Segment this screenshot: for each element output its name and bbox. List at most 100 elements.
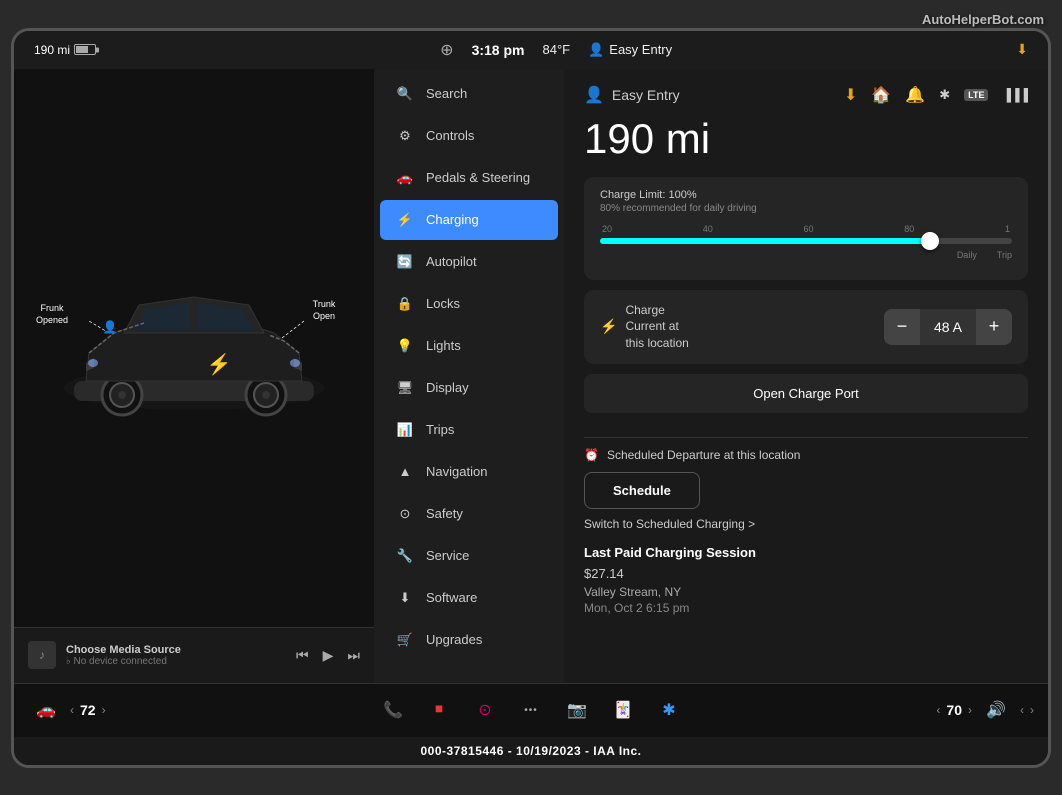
circle-icon-taskbar[interactable]: ⊙ [467,692,503,728]
decrease-amp-button[interactable]: − [884,309,920,345]
left-panel: ⚡ Frunk Opened 👤 Trunk Open ♪ [14,69,374,683]
right-temp-decrease[interactable]: ‹ [936,703,940,717]
media-controls[interactable]: ⏮ ▶ ⏭ [296,647,360,664]
increase-amp-button[interactable]: + [976,309,1012,345]
bluetooth-icon: ✱ [939,87,950,103]
next-button[interactable]: ⏭ [347,647,360,664]
car-icon-taskbar[interactable]: 🚗 [28,692,64,728]
home-icon: 🏠 [871,85,891,105]
header-icons: ⬇ 🏠 🔔 ✱ LTE ▐▐▐ [844,85,1028,105]
nav-item-search[interactable]: 🔍 Search [380,74,558,114]
right-temp-value: 70 [946,702,962,718]
autopilot-icon: 🔄 [396,253,414,271]
nav-label-service: Service [426,548,469,563]
status-bar-right: ⬇ [1016,41,1028,58]
display-icon: 🖥 [396,379,414,397]
open-charge-port-button[interactable]: Open Charge Port [584,374,1028,413]
main-content: ⚡ Frunk Opened 👤 Trunk Open ♪ [14,69,1048,683]
charging-icon: ⚡ [600,317,617,337]
slider-fill [600,238,930,244]
nav-item-navigation[interactable]: ▲Navigation [380,452,558,492]
nav-label-locks: Locks [426,296,460,311]
download-icon-header: ⬇ [844,85,857,105]
safety-icon: ⊙ [396,505,414,523]
nav-item-upgrades[interactable]: 🛒Upgrades [380,620,558,660]
battery-fill [76,46,88,53]
watermark: AutoHelperBot.com [922,12,1044,27]
vol-increase[interactable]: › [1030,703,1034,717]
car-illustration: ⚡ Frunk Opened 👤 Trunk Open [34,233,354,463]
svg-text:Opened: Opened [36,315,68,325]
schedule-button[interactable]: Schedule [584,472,700,509]
svg-text:Trunk: Trunk [313,299,336,309]
slider-label-100: 1 [1005,224,1010,234]
slider-label-20: 20 [602,224,612,234]
taskbar-center: 📞 ⏹ ⊙ ••• 📷 🃏 ✱ [363,692,698,728]
media-sub-label: ♭ No device connected [66,656,286,667]
main-screen: 190 mi ⊕ 3:18 pm 84°F 👤 Easy Entry ⬇ [11,28,1051,768]
trip-label: Trip [997,250,1012,260]
nav-label-safety: Safety [426,506,463,521]
card-icon-taskbar[interactable]: 🃏 [605,692,641,728]
locks-icon: 🔒 [396,295,414,313]
nav-item-locks[interactable]: 🔒 Locks [380,284,558,324]
nav-label-search: Search [426,86,467,101]
tesla-icon: ⊕ [440,40,453,60]
right-temp-increase[interactable]: › [968,703,972,717]
battery-icon [74,44,96,55]
left-temp-decrease[interactable]: ‹ [70,703,74,717]
nav-item-controls[interactable]: ⚙Controls [380,116,558,156]
left-temp-increase[interactable]: › [102,703,106,717]
vol-icon-taskbar[interactable]: 🔊 [978,692,1014,728]
nav-item-lights[interactable]: 💡Lights [380,326,558,366]
slider-thumb[interactable] [921,232,939,250]
camera-icon-taskbar[interactable]: 📷 [559,692,595,728]
prev-button[interactable]: ⏮ [296,647,309,664]
lte-badge: LTE [964,89,988,101]
dots-icon-taskbar[interactable]: ••• [513,692,549,728]
person-icon: 👤 [588,42,604,58]
nav-item-charging[interactable]: ⚡Charging [380,200,558,240]
nav-label-display: Display [426,380,469,395]
upgrades-icon: 🛒 [396,631,414,649]
play-button[interactable]: ▶ [323,647,334,664]
nav-item-trips[interactable]: 📊Trips [380,410,558,450]
nav-label-pedals: Pedals & Steering [426,170,530,185]
stop-icon-taskbar[interactable]: ⏹ [421,692,457,728]
left-temp-value: 72 [80,702,96,718]
nav-item-service[interactable]: 🔧Service [380,536,558,576]
pedals-icon: 🚗 [396,169,414,187]
session-date: Mon, Oct 2 6:15 pm [584,601,1028,615]
search-icon: 🔍 [396,85,414,103]
charge-slider-container: 20 40 60 80 1 Daily Trip [600,224,1012,260]
ampere-control: − 48 A + [884,309,1012,345]
nav-item-autopilot[interactable]: 🔄Autopilot [380,242,558,282]
car-view: ⚡ Frunk Opened 👤 Trunk Open [14,69,374,627]
svg-text:⚡: ⚡ [207,352,232,376]
software-icon: ⬇ [396,589,414,607]
bell-icon: 🔔 [905,85,925,105]
scheduled-title-text: Scheduled Departure at this location [607,448,800,462]
vol-decrease[interactable]: ‹ [1020,703,1024,717]
media-player: ♪ Choose Media Source ♭ No device connec… [14,627,374,683]
phone-icon-taskbar[interactable]: 📞 [375,692,411,728]
status-bar: 190 mi ⊕ 3:18 pm 84°F 👤 Easy Entry ⬇ [14,31,1048,69]
nav-item-display[interactable]: 🖥 Display [380,368,558,408]
nav-label-software: Software [426,590,477,605]
clock-icon: ⏰ [584,448,599,462]
slider-track[interactable] [600,238,1012,244]
nav-item-safety[interactable]: ⊙ Safety [380,494,558,534]
amp-value: 48 A [920,319,976,335]
easy-entry-label: Easy Entry [609,42,672,57]
daily-label: Daily [957,250,977,260]
panel-title-row: 👤 Easy Entry [584,85,680,105]
svg-text:👤: 👤 [103,320,118,334]
slider-labels: 20 40 60 80 1 [600,224,1012,234]
time-display: 3:18 pm [472,42,525,58]
nav-item-pedals[interactable]: 🚗 Pedals & Steering [380,158,558,198]
charging-icon: ⚡ [396,211,414,229]
switch-charging-link[interactable]: Switch to Scheduled Charging > [584,517,1028,531]
nav-item-software[interactable]: ⬇ Software [380,578,558,618]
media-source-label: Choose Media Source [66,644,286,656]
bluetooth-icon-taskbar[interactable]: ✱ [651,692,687,728]
